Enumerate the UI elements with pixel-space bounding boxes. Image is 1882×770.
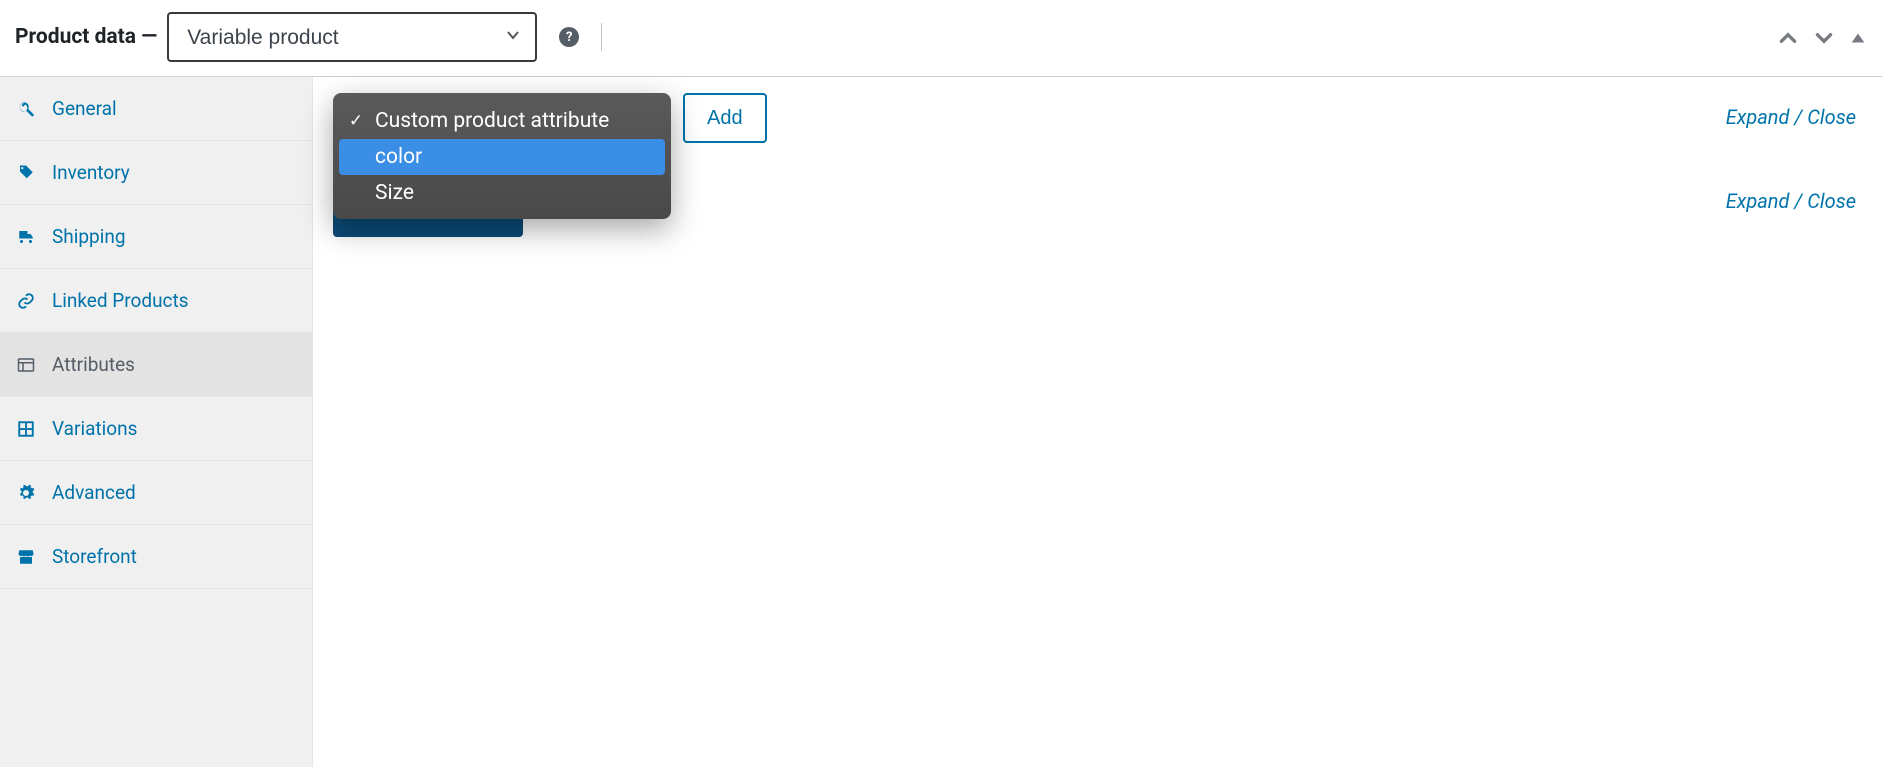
sidebar-tab-label: Inventory <box>52 161 130 184</box>
gear-icon <box>16 484 36 502</box>
sidebar: General Inventory Shipping Linked Products A… <box>0 77 313 767</box>
sidebar-tab-label: Attributes <box>52 353 135 376</box>
move-down-icon[interactable] <box>1813 27 1835 49</box>
checkmark-icon: ✓ <box>347 111 365 131</box>
product-type-select[interactable]: Variable product <box>167 12 537 62</box>
expand-close-row: Expand / Close <box>1726 189 1856 213</box>
attribute-select-dropdown[interactable]: ✓ Custom product attribute ✓color✓Size <box>333 93 671 219</box>
store-icon <box>16 548 36 566</box>
help-icon[interactable]: ? <box>559 27 579 47</box>
panel-header: Product data — Variable product ? <box>0 0 1882 77</box>
dropdown-option[interactable]: ✓Size <box>339 175 665 211</box>
list-icon <box>16 356 36 374</box>
sidebar-tab-inventory[interactable]: Inventory <box>0 141 312 205</box>
divider <box>601 23 602 51</box>
expand-link[interactable]: Expand <box>1726 105 1790 129</box>
move-up-icon[interactable] <box>1777 27 1799 49</box>
dropdown-option-label: color <box>375 145 422 169</box>
sidebar-tab-general[interactable]: General <box>0 77 312 141</box>
sidebar-tab-linked-products[interactable]: Linked Products <box>0 269 312 333</box>
sidebar-tab-storefront[interactable]: Storefront <box>0 525 312 589</box>
wrench-icon <box>16 100 36 118</box>
sidebar-tab-label: Shipping <box>52 225 126 248</box>
close-link[interactable]: Close <box>1807 189 1856 213</box>
grid-icon <box>16 420 36 438</box>
sidebar-tab-variations[interactable]: Variations <box>0 397 312 461</box>
attributes-content: ✓ Custom product attribute ✓color✓Size Add… <box>313 77 1882 767</box>
sidebar-tab-label: General <box>52 97 117 120</box>
link-icon <box>16 292 36 310</box>
sidebar-tab-advanced[interactable]: Advanced <box>0 461 312 525</box>
expand-close-row: Expand / Close <box>1726 105 1856 129</box>
sidebar-tab-label: Linked Products <box>52 289 189 312</box>
collapse-panel-icon[interactable] <box>1849 29 1867 47</box>
dropdown-option-label: Size <box>375 181 414 205</box>
tag-icon <box>16 164 36 182</box>
close-link[interactable]: Close <box>1807 105 1856 129</box>
sidebar-tab-shipping[interactable]: Shipping <box>0 205 312 269</box>
dropdown-option[interactable]: ✓ Custom product attribute <box>339 103 665 139</box>
sidebar-tab-label: Storefront <box>52 545 137 568</box>
sidebar-tab-attributes[interactable]: Attributes <box>0 333 312 397</box>
truck-icon <box>16 228 36 246</box>
panel-title: Product data — <box>15 25 157 49</box>
dropdown-option[interactable]: ✓color <box>339 139 665 175</box>
dropdown-option-label: Custom product attribute <box>375 109 609 133</box>
sidebar-tab-label: Advanced <box>52 481 136 504</box>
expand-link[interactable]: Expand <box>1726 189 1790 213</box>
sidebar-tab-label: Variations <box>52 417 137 440</box>
panel-toggles <box>1777 27 1867 49</box>
product-data-panel: General Inventory Shipping Linked Products A… <box>0 77 1882 767</box>
add-button[interactable]: Add <box>683 93 767 143</box>
